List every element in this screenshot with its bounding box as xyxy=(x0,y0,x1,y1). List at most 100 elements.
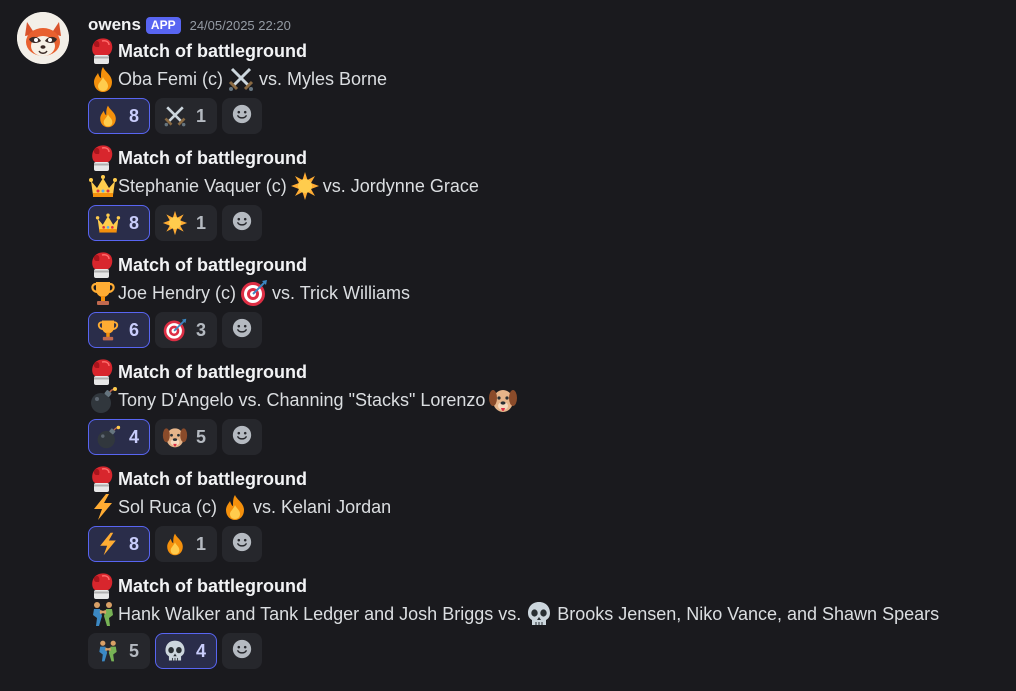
add-reaction-button[interactable] xyxy=(222,205,263,241)
add-reaction-button[interactable] xyxy=(222,633,263,669)
reaction-count: 8 xyxy=(129,212,140,233)
reaction-button[interactable]: 1 xyxy=(155,205,218,241)
app-tag-badge: APP xyxy=(145,16,181,34)
matchup-right-text: vs. Jordynne Grace xyxy=(322,175,479,196)
reactions-bar: 81 xyxy=(88,205,479,241)
wrestlers-icon xyxy=(88,600,118,628)
reaction-count: 8 xyxy=(129,533,140,554)
matchup-line: Oba Femi (c) vs. Myles Borne xyxy=(88,65,387,93)
reaction-button[interactable]: 8 xyxy=(88,98,151,134)
reaction-count: 4 xyxy=(129,426,140,447)
matchup-line: Hank Walker and Tank Ledger and Josh Bri… xyxy=(88,600,939,628)
reactions-bar: 63 xyxy=(88,312,410,348)
boxing-glove-icon xyxy=(88,465,118,493)
match-block: Match of battleground Hank Walker and Tan… xyxy=(88,572,939,669)
reaction-button[interactable]: 4 xyxy=(88,419,151,455)
add-reaction-button[interactable] xyxy=(222,419,263,455)
reaction-count: 5 xyxy=(129,640,140,661)
lightning-icon xyxy=(95,531,121,557)
reaction-button[interactable]: 8 xyxy=(88,205,151,241)
match-block: Match of battleground Oba Femi (c) vs. Myl… xyxy=(88,37,387,134)
add-reaction-button[interactable] xyxy=(222,526,263,562)
match-title: Match of battleground xyxy=(118,254,307,275)
matchup-left-text: Oba Femi (c) xyxy=(118,68,224,89)
match-block: Match of battleground Tony D'Angelo vs. C… xyxy=(88,358,521,455)
matchup-right-text: vs. Trick Williams xyxy=(272,282,411,303)
match-block: Match of battleground Stephanie Vaquer (c… xyxy=(88,144,479,241)
smiley-icon xyxy=(231,317,253,344)
matchup-right-text: vs. Kelani Jordan xyxy=(253,496,392,517)
reaction-count: 3 xyxy=(196,319,207,340)
matchup-line: Joe Hendry (c) vs. Trick Williams xyxy=(88,279,410,307)
add-reaction-button[interactable] xyxy=(222,312,263,348)
match-title-line: Match of battleground xyxy=(88,572,939,600)
boxing-glove-icon xyxy=(88,37,118,65)
reaction-count: 1 xyxy=(196,105,207,126)
fire-icon xyxy=(220,493,250,521)
dog-face-icon xyxy=(162,424,188,450)
crown-icon xyxy=(88,172,118,200)
reaction-button[interactable]: 1 xyxy=(155,526,218,562)
reactions-bar: 54 xyxy=(88,633,939,669)
add-reaction-button[interactable] xyxy=(222,98,263,134)
reaction-button[interactable]: 6 xyxy=(88,312,151,348)
dog-face-icon xyxy=(488,386,518,414)
skull-icon xyxy=(162,638,188,664)
reaction-button[interactable]: 3 xyxy=(155,312,218,348)
reaction-count: 1 xyxy=(196,533,207,554)
timestamp: 24/05/2025 22:20 xyxy=(189,17,291,33)
reaction-button[interactable]: 4 xyxy=(155,633,218,669)
chat-message: owens APP 24/05/2025 22:20 Match of batt… xyxy=(0,0,1016,691)
trophy-icon xyxy=(95,317,121,343)
reaction-count: 4 xyxy=(196,640,207,661)
reaction-button[interactable]: 5 xyxy=(155,419,218,455)
boxing-glove-icon xyxy=(88,358,118,386)
smiley-icon xyxy=(231,210,253,237)
match-title-line: Match of battleground xyxy=(88,358,521,386)
fire-icon xyxy=(162,531,188,557)
matchup-left-text: Tony D'Angelo vs. Channing "Stacks" Lore… xyxy=(118,389,486,410)
boxing-glove-icon xyxy=(88,572,118,600)
bomb-icon xyxy=(95,424,121,450)
fire-icon xyxy=(95,103,121,129)
matchup-line: Tony D'Angelo vs. Channing "Stacks" Lore… xyxy=(88,386,521,414)
username[interactable]: owens xyxy=(88,15,141,35)
sun-icon xyxy=(290,172,320,200)
crossed-swords-icon xyxy=(162,103,188,129)
match-title-line: Match of battleground xyxy=(88,144,479,172)
bullseye-icon xyxy=(239,279,269,307)
matchup-left-text: Joe Hendry (c) xyxy=(118,282,237,303)
fire-icon xyxy=(88,65,118,93)
reaction-count: 5 xyxy=(196,426,207,447)
match-title: Match of battleground xyxy=(118,361,307,382)
reaction-count: 1 xyxy=(196,212,207,233)
crossed-swords-icon xyxy=(226,65,256,93)
matchup-left-text: Sol Ruca (c) xyxy=(118,496,218,517)
matchup-line: Stephanie Vaquer (c) vs. Jordynne Grace xyxy=(88,172,479,200)
match-title-line: Match of battleground xyxy=(88,37,387,65)
match-block: Match of battleground Sol Ruca (c) vs. Kel… xyxy=(88,465,391,562)
wrestlers-icon xyxy=(95,638,121,664)
bullseye-icon xyxy=(162,317,188,343)
matchup-right-text: vs. Myles Borne xyxy=(259,68,388,89)
matchup-left-text: Stephanie Vaquer (c) xyxy=(118,175,287,196)
reaction-button[interactable]: 5 xyxy=(88,633,151,669)
match-title: Match of battleground xyxy=(118,468,307,489)
skull-icon xyxy=(524,600,554,628)
matchup-line: Sol Ruca (c) vs. Kelani Jordan xyxy=(88,493,391,521)
reaction-button[interactable]: 8 xyxy=(88,526,151,562)
avatar[interactable] xyxy=(17,12,69,64)
smiley-icon xyxy=(231,531,253,558)
reaction-button[interactable]: 1 xyxy=(155,98,218,134)
match-block: Match of battleground Joe Hendry (c) vs. T… xyxy=(88,251,410,348)
boxing-glove-icon xyxy=(88,251,118,279)
smiley-icon xyxy=(231,103,253,130)
raccoon-avatar-icon xyxy=(17,12,69,64)
sun-icon xyxy=(162,210,188,236)
reaction-count: 8 xyxy=(129,105,140,126)
match-title-line: Match of battleground xyxy=(88,465,391,493)
trophy-icon xyxy=(88,279,118,307)
smiley-icon xyxy=(231,638,253,665)
reactions-bar: 45 xyxy=(88,419,521,455)
smiley-icon xyxy=(231,424,253,451)
